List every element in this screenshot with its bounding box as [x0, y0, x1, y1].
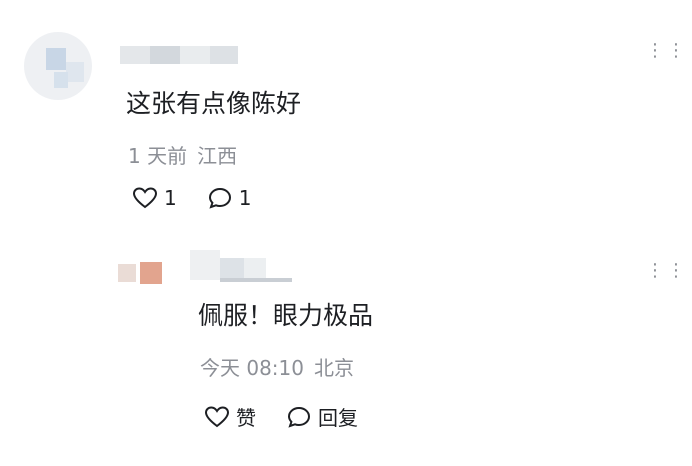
reply-button[interactable]: 回复: [286, 402, 358, 431]
like-label: 赞: [236, 406, 256, 430]
comment-time: 今天 08:10: [200, 356, 304, 380]
avatar-blur: [140, 262, 162, 284]
username-redacted[interactable]: [190, 250, 292, 292]
avatar[interactable]: [24, 32, 92, 100]
chat-bubble-icon: [208, 187, 231, 209]
avatar-blur: [54, 72, 68, 88]
comment-meta: 今天 08:10 北京: [200, 352, 354, 381]
reply-button[interactable]: 1: [207, 186, 252, 210]
like-button[interactable]: 1: [132, 186, 177, 210]
heart-icon: [204, 405, 230, 427]
reply-item: ⋮⋮ 佩服！眼力极品 今天 08:10 北京 赞 回复: [0, 230, 692, 466]
comment-item: ⋮⋮ 这张有点像陈好 1 天前 江西 1 1: [0, 0, 692, 230]
username-redacted[interactable]: [120, 46, 238, 64]
comment-actions: 1 1: [132, 186, 281, 210]
chat-bubble-icon: [287, 406, 311, 428]
more-dots-icon[interactable]: ⋮⋮: [646, 262, 685, 280]
comment-time: 1 天前: [128, 144, 188, 168]
like-button[interactable]: 赞: [204, 402, 256, 431]
comment-actions: 赞 回复: [204, 402, 388, 431]
avatar[interactable]: [118, 256, 170, 290]
comment-location: 北京: [314, 356, 354, 380]
reply-count: 1: [238, 186, 252, 210]
like-count: 1: [164, 186, 177, 210]
comment-text: 佩服！眼力极品: [198, 301, 374, 330]
reply-label: 回复: [318, 406, 358, 430]
comment-meta: 1 天前 江西: [128, 140, 237, 169]
more-dots-icon[interactable]: ⋮⋮: [646, 42, 685, 60]
comment-text: 这张有点像陈好: [126, 89, 302, 118]
avatar-blur: [46, 48, 66, 70]
heart-icon: [132, 187, 158, 209]
avatar-blur: [66, 62, 84, 82]
comment-location: 江西: [197, 144, 238, 168]
avatar-blur: [118, 264, 136, 282]
